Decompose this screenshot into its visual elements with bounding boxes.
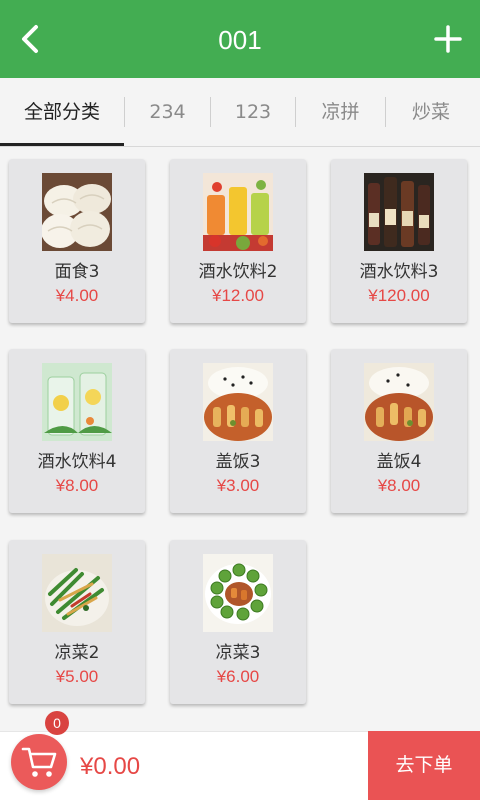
rice-dish-image [364,363,434,441]
product-card[interactable]: 盖饭3 ¥3.00 [170,349,306,513]
rice-dish-image [203,363,273,441]
wine-bottles-image [364,173,434,251]
place-order-button[interactable]: 去下单 [368,731,480,800]
product-card[interactable]: 凉菜2 ¥5.00 [9,540,145,704]
product-price: ¥8.00 [377,476,421,495]
product-card[interactable]: 面食3 ¥4.00 [9,159,145,323]
product-name: 酒水饮料2 [198,262,278,282]
category-tabs: 全部分类 234 123 凉拼 炒菜 [0,78,480,147]
lemon-drinks-image [42,363,112,441]
shopping-cart-icon [21,747,57,777]
product-card[interactable]: 盖饭4 ¥8.00 [331,349,467,513]
product-price: ¥8.00 [55,476,99,495]
product-price: ¥5.00 [55,667,99,686]
chevron-left-icon [22,25,38,53]
product-price: ¥12.00 [212,286,264,305]
tab-cold-platter[interactable]: 凉拼 [296,78,385,146]
product-price: ¥3.00 [216,476,260,495]
product-card[interactable]: 酒水饮料2 ¥12.00 [170,159,306,323]
cucumber-dish-image [203,554,273,632]
cart-total: ¥0.00 [80,753,141,780]
plus-icon [434,25,462,53]
add-button[interactable] [416,0,480,78]
product-name: 凉菜3 [215,643,261,663]
product-name: 凉菜2 [54,643,100,663]
product-card[interactable]: 酒水饮料4 ¥8.00 [9,349,145,513]
product-price: ¥6.00 [216,667,260,686]
product-name: 酒水饮料3 [359,262,439,282]
product-card[interactable]: 酒水饮料3 ¥120.00 [331,159,467,323]
product-card[interactable]: 凉菜3 ¥6.00 [170,540,306,704]
product-name: 盖饭4 [376,452,422,472]
steamed-buns-image [42,173,112,251]
tab-123[interactable]: 123 [211,78,295,146]
page-title: 001 [218,25,262,55]
product-price: ¥120.00 [368,286,430,305]
active-tab-indicator [0,143,124,146]
cart-button[interactable] [11,734,67,790]
product-name: 酒水饮料4 [37,452,117,472]
top-app-bar: 001 [0,0,480,78]
juice-drinks-image [203,173,273,251]
tab-stir-fry[interactable]: 炒菜 [386,78,476,146]
back-button[interactable] [0,0,60,78]
product-name: 盖饭3 [215,452,261,472]
cold-salad-image [42,554,112,632]
product-price: ¥4.00 [55,286,99,305]
product-name: 面食3 [54,262,100,282]
tab-234[interactable]: 234 [125,78,210,146]
tab-all-categories[interactable]: 全部分类 [0,78,124,146]
cart-count-badge: 0 [45,711,69,735]
